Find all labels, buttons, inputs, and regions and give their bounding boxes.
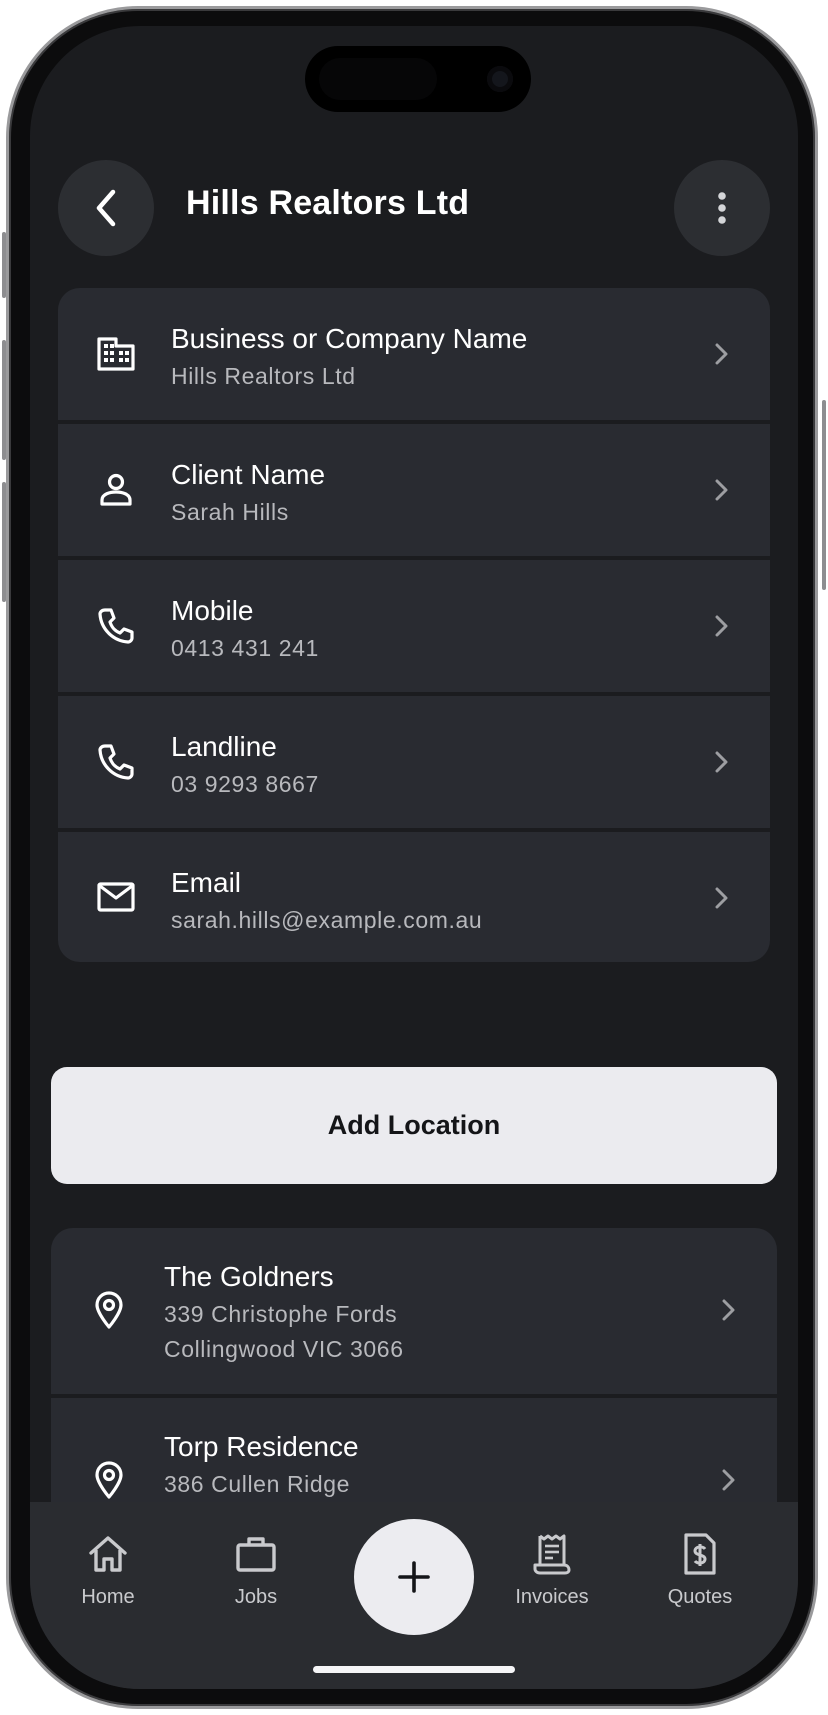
nav-label: Quotes xyxy=(667,1586,733,1608)
phone-icon xyxy=(96,742,136,782)
back-arrow-icon xyxy=(96,189,116,227)
nav-jobs[interactable]: Jobs xyxy=(196,1532,316,1609)
chevron-right-icon xyxy=(710,883,732,913)
row-value: sarah.hills@example.com.au xyxy=(171,907,483,933)
add-new-fab-button[interactable] xyxy=(354,1519,474,1635)
location-pin-icon xyxy=(89,1290,129,1330)
person-icon xyxy=(96,470,136,510)
home-indicator[interactable] xyxy=(313,1666,515,1673)
row-label: Client Name xyxy=(171,459,326,490)
row-value: 03 9293 8667 xyxy=(171,771,319,797)
nav-quotes[interactable]: Quotes xyxy=(640,1532,760,1609)
row-mobile[interactable]: Mobile 0413 431 241 xyxy=(58,560,770,692)
back-button[interactable] xyxy=(58,160,154,256)
side-button xyxy=(822,400,826,590)
side-button xyxy=(2,232,6,298)
row-label: Landline xyxy=(171,731,277,762)
row-business-name[interactable]: Business or Company Name Hills Realtors … xyxy=(58,288,770,420)
row-value: Hills Realtors Ltd xyxy=(171,363,356,389)
briefcase-icon xyxy=(196,1532,316,1576)
chevron-right-icon xyxy=(717,1465,739,1495)
quote-document-icon xyxy=(640,1532,760,1576)
location-address-line1: 339 Christophe Fords xyxy=(164,1301,398,1327)
location-pin-icon xyxy=(89,1460,129,1500)
dynamic-island xyxy=(305,46,531,112)
locations-list: The Goldners 339 Christophe Fords Collin… xyxy=(51,1228,777,1558)
receipt-icon xyxy=(492,1532,612,1576)
building-icon xyxy=(96,334,136,374)
contact-details-card: Business or Company Name Hills Realtors … xyxy=(58,288,770,962)
nav-home[interactable]: Home xyxy=(48,1532,168,1609)
location-name: Torp Residence xyxy=(164,1431,359,1462)
chevron-right-icon xyxy=(717,1295,739,1325)
app-header: Hills Realtors Ltd xyxy=(30,160,798,256)
add-location-button[interactable]: Add Location xyxy=(51,1067,777,1184)
chevron-right-icon xyxy=(710,747,732,777)
nav-label: Home xyxy=(81,1586,135,1608)
mail-icon xyxy=(96,877,136,917)
app-screen: Hills Realtors Ltd Business or Company N… xyxy=(30,26,798,1689)
phone-icon xyxy=(96,606,136,646)
nav-label: Invoices xyxy=(515,1586,589,1608)
location-name: The Goldners xyxy=(164,1261,334,1292)
chevron-right-icon xyxy=(710,611,732,641)
row-label: Business or Company Name xyxy=(171,323,528,354)
plus-icon xyxy=(398,1561,430,1593)
more-options-button[interactable] xyxy=(674,160,770,256)
row-label: Email xyxy=(171,867,242,898)
side-button xyxy=(2,340,6,460)
row-label: Mobile xyxy=(171,595,254,626)
home-icon xyxy=(48,1532,168,1576)
location-item[interactable]: The Goldners 339 Christophe Fords Collin… xyxy=(51,1228,777,1394)
chevron-right-icon xyxy=(710,475,732,505)
location-address-line2: Collingwood VIC 3066 xyxy=(164,1336,404,1362)
row-landline[interactable]: Landline 03 9293 8667 xyxy=(58,696,770,828)
location-address-line1: 386 Cullen Ridge xyxy=(164,1471,351,1497)
nav-label: Jobs xyxy=(234,1586,278,1608)
chevron-right-icon xyxy=(710,339,732,369)
row-client-name[interactable]: Client Name Sarah Hills xyxy=(58,424,770,556)
row-value: 0413 431 241 xyxy=(171,635,319,661)
more-vertical-icon xyxy=(718,192,726,224)
camera-icon xyxy=(487,66,513,92)
row-value: Sarah Hills xyxy=(171,499,289,525)
page-title: Hills Realtors Ltd xyxy=(186,184,470,222)
row-email[interactable]: Email sarah.hills@example.com.au xyxy=(58,832,770,962)
nav-invoices[interactable]: Invoices xyxy=(492,1532,612,1609)
side-button xyxy=(2,482,6,602)
